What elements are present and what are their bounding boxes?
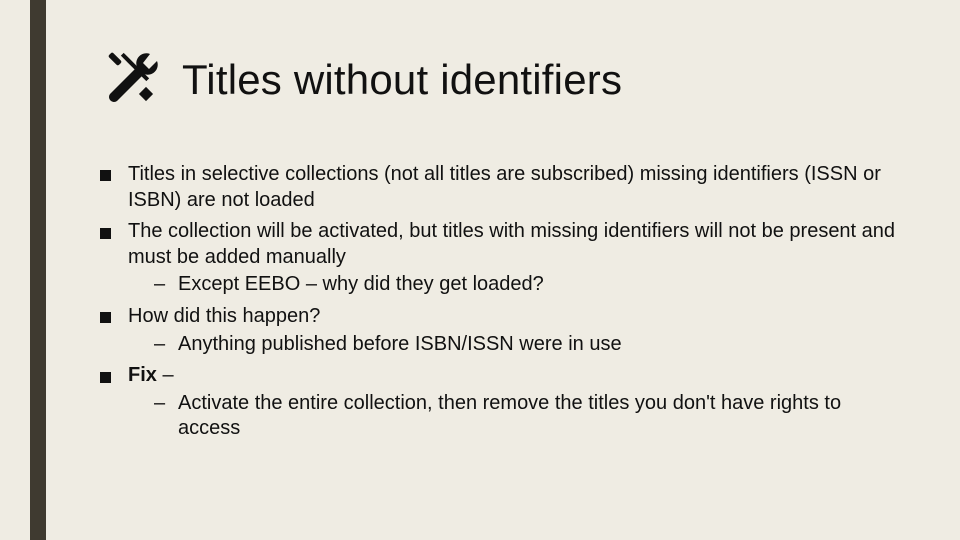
bullet-text: Titles in selective collections (not all… (128, 163, 881, 211)
slide: Titles without identifiers Titles in sel… (0, 0, 960, 540)
sub-list: Except EEBO – why did they get loaded? (154, 272, 900, 298)
title-row: Titles without identifiers (100, 48, 900, 112)
sub-list-item: Activate the entire collection, then rem… (154, 391, 900, 442)
list-item: The collection will be activated, but ti… (100, 219, 900, 298)
slide-title: Titles without identifiers (182, 56, 622, 104)
bullet-text: How did this happen? (128, 305, 320, 327)
list-item: Titles in selective collections (not all… (100, 162, 900, 213)
list-item: Fix – Activate the entire collection, th… (100, 363, 900, 442)
sub-list: Activate the entire collection, then rem… (154, 391, 900, 442)
bullet-list: Titles in selective collections (not all… (100, 162, 900, 442)
sub-list: Anything published before ISBN/ISSN were… (154, 332, 900, 358)
bullet-text-bold: Fix (128, 364, 157, 386)
bullet-text-rest: – (157, 364, 174, 386)
sub-list-item: Except EEBO – why did they get loaded? (154, 272, 900, 298)
bullet-text: The collection will be activated, but ti… (128, 220, 895, 268)
sub-bullet-text: Anything published before ISBN/ISSN were… (178, 333, 622, 355)
sub-bullet-text: Activate the entire collection, then rem… (178, 392, 841, 440)
tools-icon (100, 48, 164, 112)
list-item: How did this happen? Anything published … (100, 304, 900, 357)
sub-list-item: Anything published before ISBN/ISSN were… (154, 332, 900, 358)
sub-bullet-text: Except EEBO – why did they get loaded? (178, 273, 544, 295)
